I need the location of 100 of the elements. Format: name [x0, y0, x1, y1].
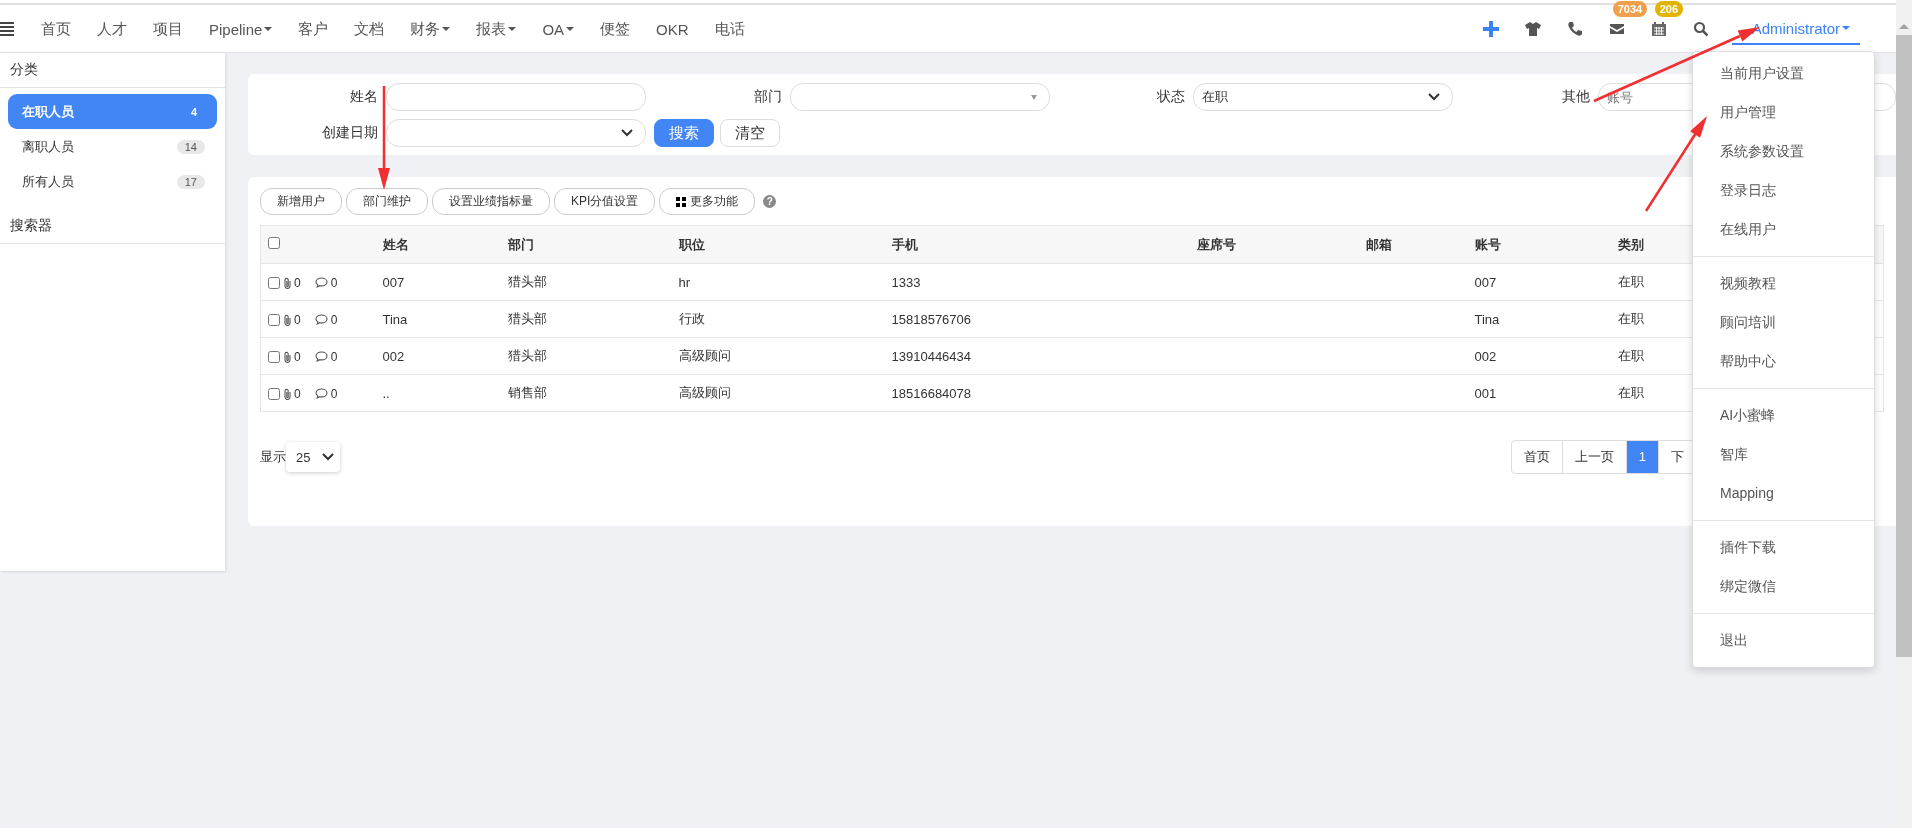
clear-button[interactable]: 清空	[720, 119, 780, 147]
mail-icon[interactable]	[1608, 21, 1625, 37]
column-header: 手机	[891, 236, 918, 252]
menu-item[interactable]: 退出	[1693, 621, 1874, 660]
toolbar-button[interactable]: 设置业绩指标量	[432, 188, 550, 215]
page-button[interactable]: 首页	[1511, 441, 1563, 473]
menu-item[interactable]: 插件下载	[1693, 528, 1874, 567]
menu-item[interactable]: 在线用户	[1693, 210, 1874, 249]
count-badge: 17	[176, 174, 205, 189]
comment-count: 0	[330, 312, 338, 327]
page-button[interactable]: 上一页	[1562, 441, 1627, 473]
input-field[interactable]	[386, 83, 646, 111]
menu-item[interactable]: Mapping	[1693, 474, 1874, 513]
table-cell: 001	[1474, 385, 1497, 401]
table-cell: 002	[382, 348, 405, 364]
toolbar-button[interactable]: 更多功能	[659, 188, 756, 215]
comment-count: 0	[330, 275, 338, 290]
table-cell: 在职	[1617, 385, 1644, 400]
menu-item[interactable]: 当前用户设置	[1693, 54, 1874, 93]
field-label: 创建日期	[321, 124, 378, 142]
checkbox[interactable]	[268, 237, 280, 249]
plus-icon[interactable]	[1482, 21, 1499, 37]
menu-item[interactable]: 系统参数设置	[1693, 132, 1874, 171]
nav-link[interactable]: OA	[529, 20, 588, 38]
field-label: 姓名	[349, 88, 378, 106]
nav-link[interactable]: 财务	[397, 19, 464, 39]
table-cell: hr	[678, 274, 691, 290]
menu-item[interactable]: 登录日志	[1693, 171, 1874, 210]
page-size-select[interactable]: 25	[286, 442, 341, 472]
table-cell: 销售部	[507, 385, 547, 400]
dropdown-icon	[1031, 94, 1037, 100]
attachment-count: 0	[294, 349, 301, 364]
count-badge: 7034	[1612, 1, 1648, 17]
search-icon[interactable]	[1692, 21, 1709, 37]
column-header: 账号	[1474, 236, 1501, 252]
paperclip-icon	[284, 313, 292, 326]
nav-link[interactable]: 项目	[140, 19, 196, 39]
nav-link[interactable]: 电话	[701, 19, 758, 39]
table-cell: 007	[1474, 274, 1497, 290]
nav-link[interactable]: 便签	[587, 19, 644, 39]
table-cell: 1333	[891, 274, 921, 290]
checkbox[interactable]	[268, 387, 280, 400]
sidebar-item[interactable]: 离职人员 14	[8, 129, 217, 164]
page-button[interactable]: 1	[1626, 441, 1659, 473]
column-header: 姓名	[382, 236, 409, 252]
section-title: 分类	[0, 53, 225, 88]
search-button[interactable]: 搜索	[654, 119, 714, 147]
menu-item[interactable]: 顾问培训	[1693, 303, 1874, 342]
field-label: 部门	[753, 88, 782, 106]
menu-item[interactable]: 智库	[1693, 435, 1874, 474]
table-cell: 002	[1474, 348, 1497, 364]
menu-item[interactable]: 用户管理	[1693, 93, 1874, 132]
table-cell: 007	[382, 274, 405, 290]
column-header: 职位	[678, 236, 705, 252]
attachment-count: 0	[294, 386, 301, 401]
select-field[interactable]: 在职	[1193, 83, 1453, 111]
checkbox[interactable]	[268, 276, 280, 289]
grid-icon	[676, 196, 687, 207]
nav-link[interactable]: 首页	[28, 19, 84, 39]
calendar-icon[interactable]	[1650, 21, 1667, 37]
nav-link[interactable]: Pipeline	[196, 20, 286, 38]
comment-icon	[314, 388, 328, 400]
column-header: 座席号	[1196, 236, 1236, 252]
menu-item[interactable]: AI小蜜蜂	[1693, 396, 1874, 435]
comment-icon	[314, 351, 328, 363]
shirt-icon[interactable]	[1524, 21, 1541, 37]
toolbar-button[interactable]: 新增用户	[260, 188, 342, 215]
table-cell: 行政	[678, 311, 705, 326]
comment-icon	[314, 277, 328, 289]
sidebar-item[interactable]: 所有人员 17	[8, 164, 217, 199]
table-cell: Tina	[382, 311, 408, 327]
phone-icon[interactable]	[1566, 21, 1583, 37]
comment-icon	[314, 314, 328, 326]
scroll-bar[interactable]	[1896, 0, 1912, 828]
menu-icon[interactable]	[0, 22, 14, 36]
checkbox[interactable]	[268, 313, 280, 326]
count-label: 4	[189, 104, 198, 119]
menu-item[interactable]: 帮助中心	[1693, 342, 1874, 381]
nav-link[interactable]: 客户	[285, 19, 342, 39]
table-cell: 在职	[1617, 311, 1644, 326]
attachment-count: 0	[294, 275, 301, 290]
table-cell: 13910446434	[891, 348, 972, 364]
paperclip-icon	[284, 276, 292, 289]
select-field[interactable]	[386, 119, 646, 147]
count-badge: 14	[176, 139, 205, 154]
checkbox[interactable]	[268, 350, 280, 363]
nav-link[interactable]: OKR	[643, 20, 702, 38]
menu-item[interactable]: 绑定微信	[1693, 567, 1874, 606]
nav-link[interactable]: 文档	[341, 19, 398, 39]
table-cell: 猎头部	[507, 348, 547, 363]
comment-count: 0	[330, 349, 338, 364]
table-cell: 在职	[1617, 348, 1644, 363]
table-cell: 18516684078	[891, 385, 972, 401]
sidebar-item[interactable]: 在职人员 4	[8, 94, 217, 129]
nav-link[interactable]: 人才	[84, 19, 140, 39]
nav-link[interactable]: 报表	[463, 19, 530, 39]
menu-item[interactable]: 视频教程	[1693, 264, 1874, 303]
field-label: 其他	[1561, 88, 1590, 106]
toolbar-button[interactable]: 部门维护	[346, 188, 428, 215]
toolbar-button[interactable]: KPI分值设置	[554, 188, 656, 215]
